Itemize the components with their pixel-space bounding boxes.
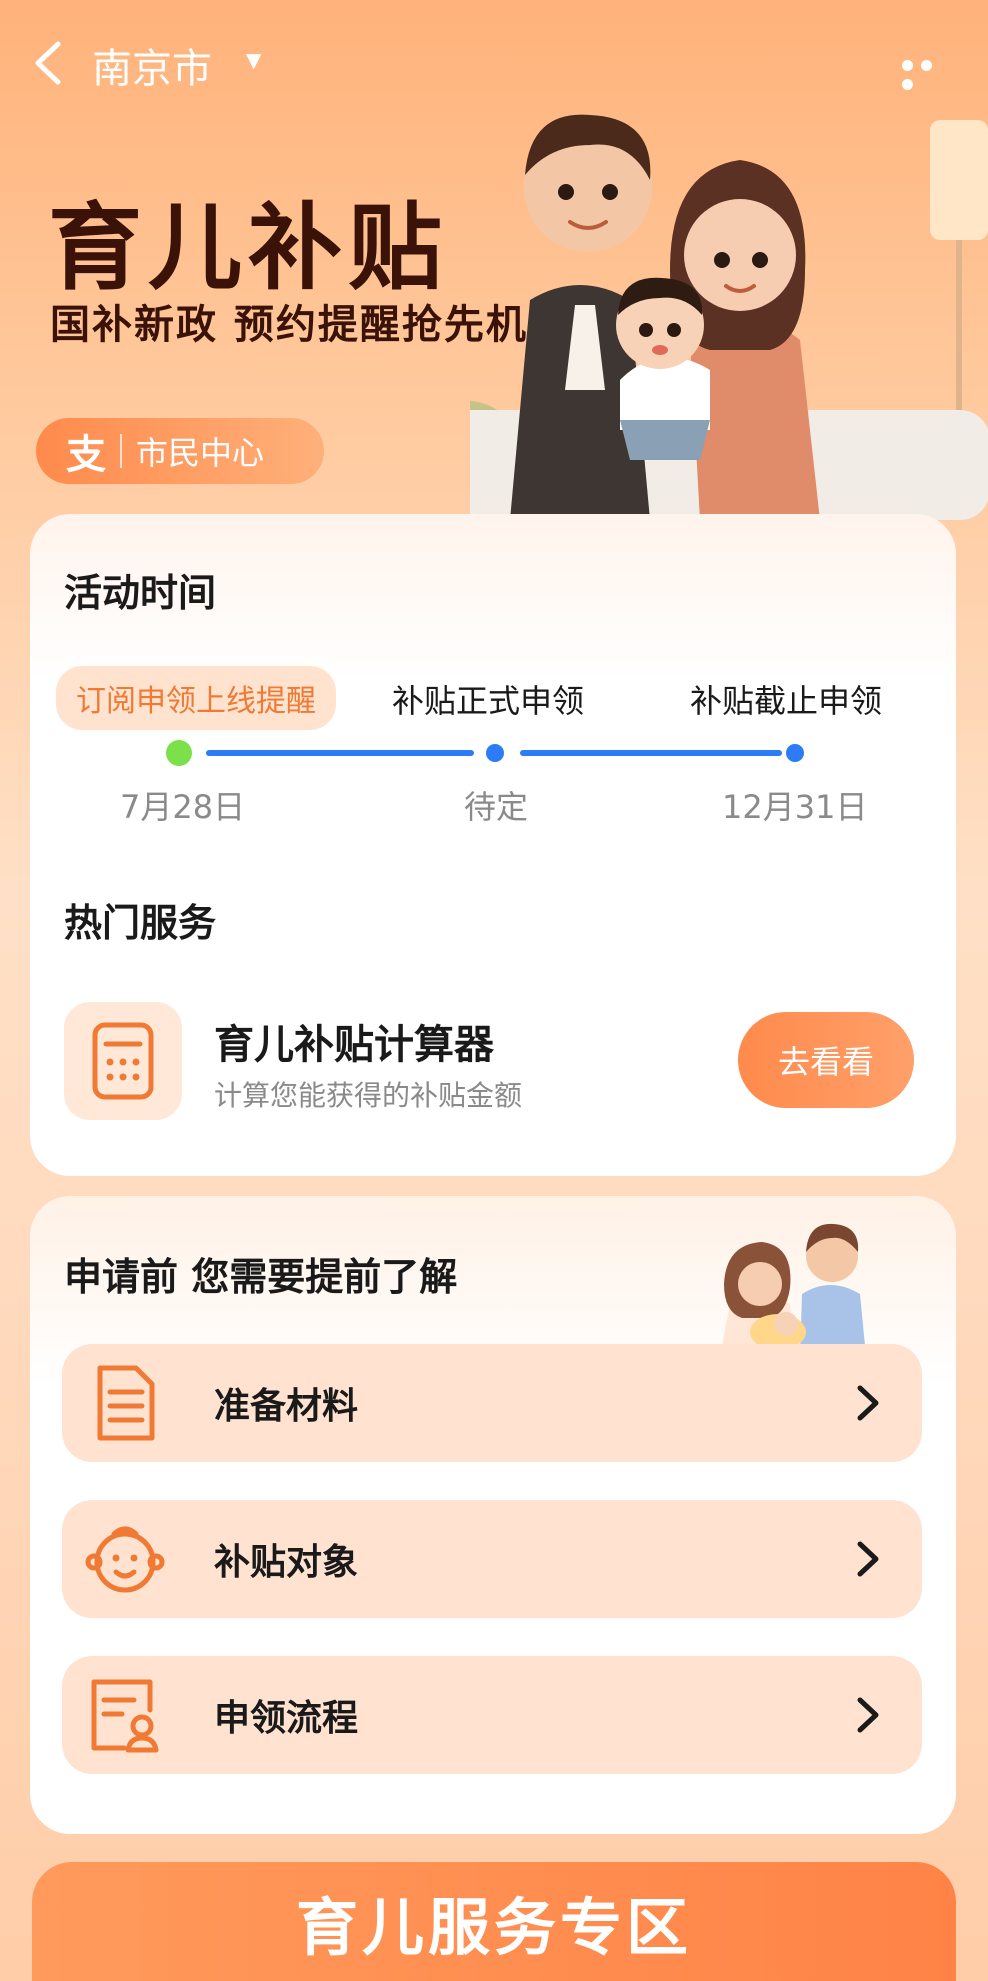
process-form-icon [91, 1679, 159, 1753]
go-see-button[interactable]: 去看看 [738, 1012, 914, 1108]
city-selector[interactable]: 南京市 [92, 36, 212, 94]
timeline-dot-3 [786, 744, 804, 762]
family-illustration [470, 114, 988, 520]
alipay-logo-icon: 支 [66, 431, 106, 478]
document-icon [97, 1365, 155, 1441]
baby-face-icon [85, 1526, 165, 1593]
city-dropdown-icon[interactable]: ▼ [246, 48, 261, 72]
step-date-2: 待定 [464, 788, 529, 826]
citizen-center-badge[interactable]: 支 市民中心 [36, 418, 324, 484]
couple-illustration [720, 1223, 866, 1356]
application-process-row[interactable]: 申领流程 [62, 1656, 922, 1774]
step-apply-deadline: 补贴截止申领 [690, 682, 883, 720]
before-apply-card: 申请前 您需要提前了解 准备材料 补贴对象 申领流程 [30, 1196, 956, 1834]
chevron-right-icon [857, 1385, 879, 1421]
badge-label: 市民中心 [136, 434, 265, 472]
application-process-label: 申领流程 [214, 1698, 359, 1739]
calculator-icon [92, 1022, 154, 1100]
timeline-dot-2 [486, 744, 504, 762]
step-subscribe-reminder[interactable]: 订阅申领上线提醒 [56, 666, 336, 730]
calculator-icon-box[interactable] [64, 1002, 182, 1120]
step-date-1: 7月28日 [120, 788, 246, 826]
step-date-3: 12月31日 [722, 788, 868, 826]
back-arrow-icon[interactable] [28, 38, 68, 88]
timeline-line-2 [520, 750, 782, 756]
timeline-line-1 [206, 750, 474, 756]
childcare-service-zone-label: 育儿服务专区 [295, 1890, 692, 1964]
subsidy-target-label: 补贴对象 [214, 1542, 359, 1583]
step-official-apply: 补贴正式申领 [392, 682, 585, 720]
calculator-description: 计算您能获得的补贴金额 [214, 1079, 523, 1112]
timeline-dot-active [166, 740, 192, 766]
hot-services-title: 热门服务 [64, 901, 217, 945]
activity-card: 活动时间 订阅申领上线提醒 补贴正式申领 补贴截止申领 7月28日 待定 12月… [30, 514, 956, 1176]
more-options-icon[interactable] [902, 56, 958, 90]
chevron-right-icon [857, 1541, 879, 1577]
calculator-title[interactable]: 育儿补贴计算器 [214, 1012, 494, 1070]
subsidy-target-row[interactable]: 补贴对象 [62, 1500, 922, 1618]
hero-subtitle: 国补新政 预约提醒抢先机 [50, 302, 528, 348]
childcare-service-zone-button[interactable]: 育儿服务专区 [32, 1862, 956, 1981]
chevron-right-icon [857, 1697, 879, 1733]
hero-title: 育儿补贴 [48, 194, 449, 303]
prepare-materials-label: 准备材料 [214, 1386, 359, 1427]
badge-divider [120, 434, 122, 468]
prepare-materials-row[interactable]: 准备材料 [62, 1344, 922, 1462]
activity-time-title: 活动时间 [64, 571, 217, 615]
before-apply-title: 申请前 您需要提前了解 [64, 1255, 458, 1299]
